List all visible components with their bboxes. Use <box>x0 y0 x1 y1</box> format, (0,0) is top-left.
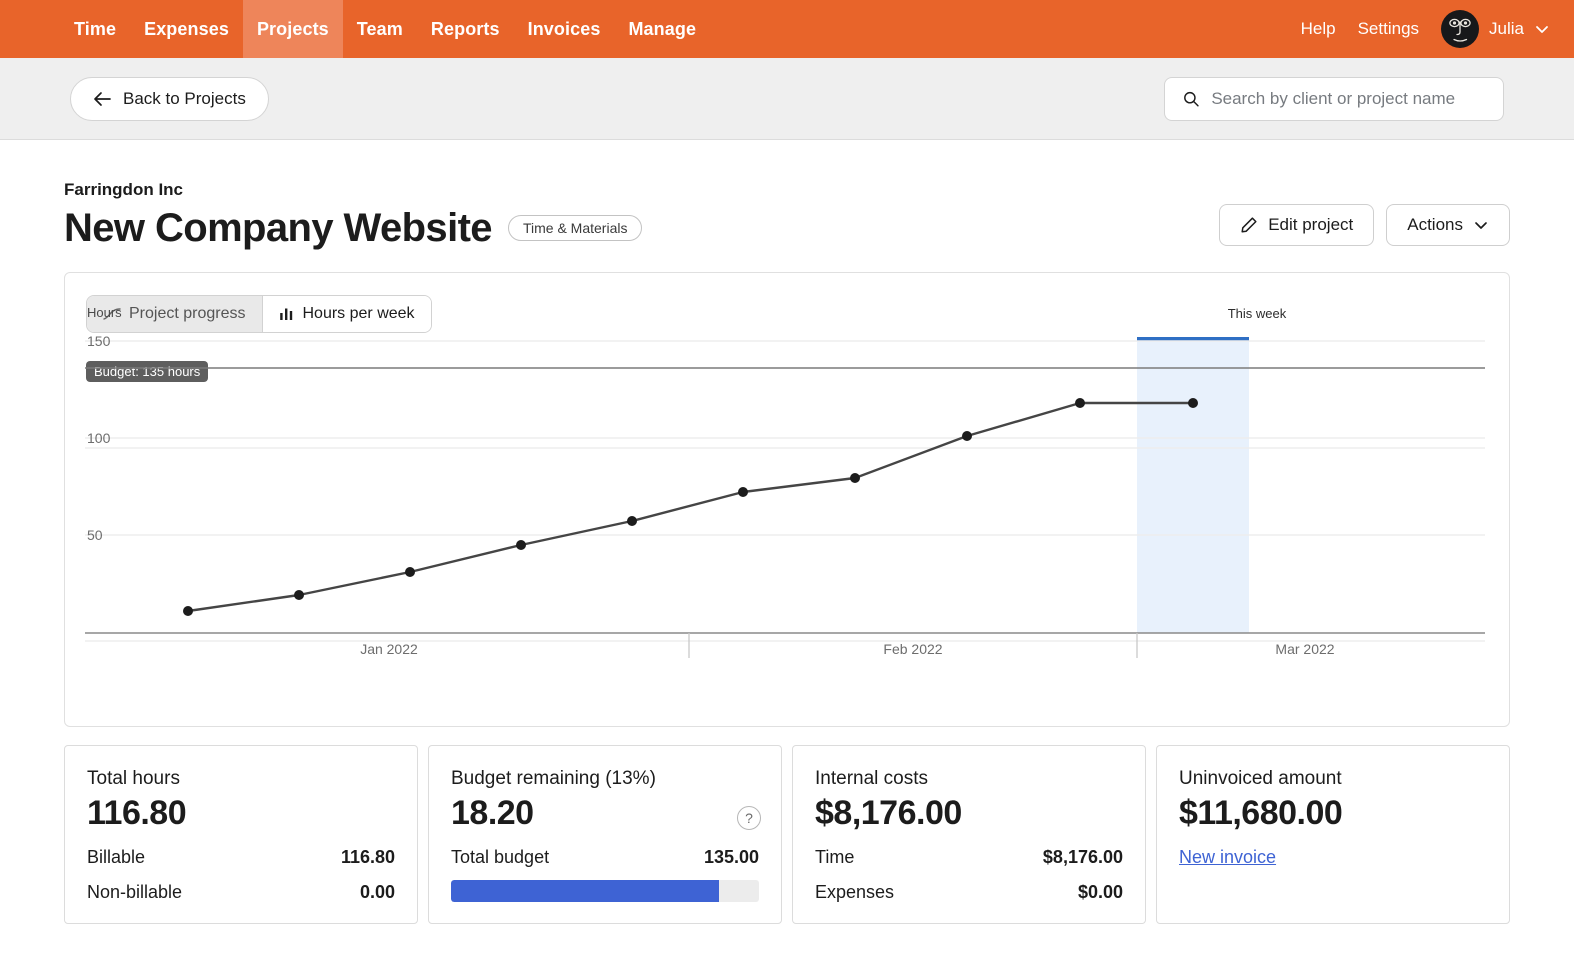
card-value: $8,176.00 <box>815 794 1123 833</box>
project-progress-chart: 150 100 50 Jan 2022 Feb 2022 Mar 2022 <box>65 333 1509 726</box>
help-link[interactable]: Help <box>1301 19 1336 39</box>
this-week-label: This week <box>1201 306 1313 321</box>
card-row: Billable 116.80 <box>87 847 395 868</box>
search-box[interactable] <box>1164 77 1504 121</box>
bar-chart-icon <box>279 307 295 321</box>
row-key: Expenses <box>815 882 894 903</box>
budget-progress-bar <box>451 880 759 902</box>
sub-toolbar: Back to Projects <box>0 58 1574 140</box>
nav-item-expenses[interactable]: Expenses <box>130 0 243 58</box>
project-title-line: New Company Website Time & Materials <box>64 206 642 250</box>
row-value: 116.80 <box>341 847 395 868</box>
client-name: Farringdon Inc <box>64 180 642 200</box>
tab-label: Hours per week <box>303 305 415 323</box>
nav-item-reports[interactable]: Reports <box>417 0 514 58</box>
top-nav-right: Help Settings Julia <box>1301 0 1550 58</box>
row-value: 0.00 <box>360 882 395 903</box>
card-uninvoiced-amount: Uninvoiced amount $11,680.00 New invoice <box>1156 745 1510 924</box>
nav-item-label: Reports <box>431 19 500 40</box>
card-label: Uninvoiced amount <box>1179 768 1487 790</box>
data-points <box>183 398 1198 616</box>
nav-item-label: Projects <box>257 19 329 40</box>
project-actions: Edit project Actions <box>1219 204 1510 246</box>
nav-item-label: Manage <box>628 19 696 40</box>
this-week-band <box>1137 341 1249 633</box>
actions-label: Actions <box>1407 215 1463 235</box>
new-invoice-link[interactable]: New invoice <box>1179 847 1276 868</box>
y-tick-150: 150 <box>87 333 111 349</box>
edit-project-label: Edit project <box>1268 215 1353 235</box>
tab-hours-per-week[interactable]: Hours per week <box>262 296 431 332</box>
summary-cards: Total hours 116.80 Billable 116.80 Non-b… <box>64 745 1510 924</box>
card-total-hours: Total hours 116.80 Billable 116.80 Non-b… <box>64 745 418 924</box>
top-navigation-bar: Time Expenses Projects Team Reports Invo… <box>0 0 1574 58</box>
page-body: Farringdon Inc New Company Website Time … <box>0 140 1574 924</box>
card-value: 116.80 <box>87 794 395 833</box>
project-type-badge: Time & Materials <box>508 215 643 241</box>
user-name: Julia <box>1489 19 1524 39</box>
chevron-down-icon <box>1534 21 1550 37</box>
row-value: 135.00 <box>704 847 759 868</box>
nav-item-invoices[interactable]: Invoices <box>514 0 615 58</box>
card-row: Time $8,176.00 <box>815 847 1123 868</box>
y-tick-50: 50 <box>87 527 103 543</box>
nav-item-label: Time <box>74 19 116 40</box>
row-key: Time <box>815 847 854 868</box>
back-to-projects-button[interactable]: Back to Projects <box>70 77 269 121</box>
settings-link[interactable]: Settings <box>1358 19 1419 39</box>
actions-button[interactable]: Actions <box>1386 204 1510 246</box>
question-mark-icon[interactable]: ? <box>737 806 761 830</box>
user-menu[interactable]: Julia <box>1441 10 1550 48</box>
avatar <box>1441 10 1479 48</box>
search-icon <box>1183 90 1199 108</box>
row-key: Non-billable <box>87 882 182 903</box>
card-budget-remaining: Budget remaining (13%) 18.20 ? Total bud… <box>428 745 782 924</box>
back-to-projects-label: Back to Projects <box>123 89 246 109</box>
project-identity: Farringdon Inc New Company Website Time … <box>64 180 642 250</box>
x-tick-mar: Mar 2022 <box>1275 641 1334 657</box>
card-value: 18.20 <box>451 794 759 833</box>
project-header: Farringdon Inc New Company Website Time … <box>64 180 1510 250</box>
row-value: $0.00 <box>1078 882 1123 903</box>
chevron-down-icon <box>1473 217 1489 233</box>
nav-item-label: Invoices <box>528 19 601 40</box>
tab-label: Project progress <box>129 305 246 323</box>
progress-line <box>188 403 1193 611</box>
card-row: Total budget 135.00 <box>451 847 759 868</box>
edit-project-button[interactable]: Edit project <box>1219 204 1374 246</box>
pencil-icon <box>1240 216 1258 234</box>
nav-item-time[interactable]: Time <box>60 0 130 58</box>
y-tick-100: 100 <box>87 430 111 446</box>
card-label: Internal costs <box>815 768 1123 790</box>
card-row: Non-billable 0.00 <box>87 882 395 903</box>
nav-item-team[interactable]: Team <box>343 0 417 58</box>
card-internal-costs: Internal costs $8,176.00 Time $8,176.00 … <box>792 745 1146 924</box>
chart-tab-group: Project progress Hours per week <box>86 295 432 333</box>
nav-item-label: Team <box>357 19 403 40</box>
budget-progress-fill <box>451 880 719 902</box>
nav-item-label: Expenses <box>144 19 229 40</box>
gridlines <box>85 341 1485 535</box>
arrow-left-icon <box>93 91 111 107</box>
nav-item-projects[interactable]: Projects <box>243 0 343 58</box>
row-key: Billable <box>87 847 145 868</box>
chart-card: Project progress Hours per week Hours Th… <box>64 272 1510 727</box>
x-tick-feb: Feb 2022 <box>883 641 942 657</box>
row-value: $8,176.00 <box>1043 847 1123 868</box>
primary-nav: Time Expenses Projects Team Reports Invo… <box>60 0 710 58</box>
page-title: New Company Website <box>64 206 492 250</box>
card-label: Budget remaining (13%) <box>451 768 759 790</box>
nav-item-manage[interactable]: Manage <box>614 0 710 58</box>
chart-svg: 150 100 50 Jan 2022 Feb 2022 Mar 2022 <box>65 333 1507 728</box>
card-label: Total hours <box>87 768 395 790</box>
x-tick-jan: Jan 2022 <box>360 641 418 657</box>
card-value: $11,680.00 <box>1179 794 1487 833</box>
card-row: Expenses $0.00 <box>815 882 1123 903</box>
row-key: Total budget <box>451 847 549 868</box>
search-input[interactable] <box>1211 89 1485 109</box>
y-axis-title: Hours <box>87 305 122 320</box>
